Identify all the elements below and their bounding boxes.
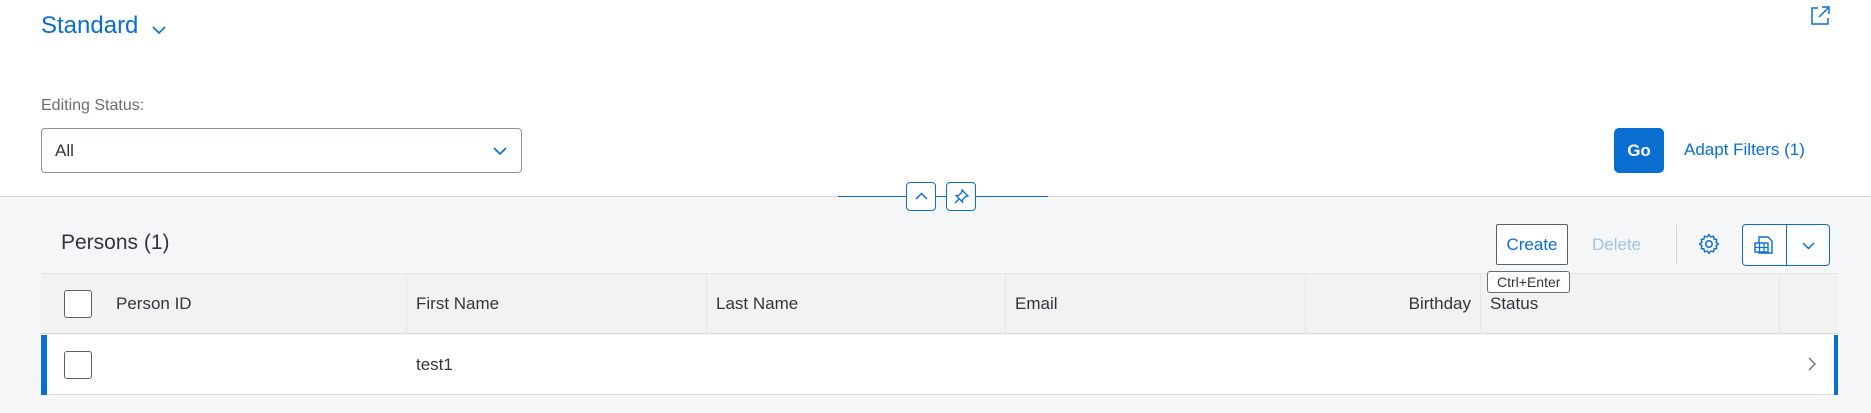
variant-title[interactable]: Standard — [41, 12, 138, 40]
cell-birthday — [1315, 335, 1471, 395]
adapt-filters-button[interactable]: Adapt Filters (1) — [1684, 140, 1805, 160]
delete-button[interactable]: Delete — [1592, 235, 1641, 255]
header-collapse-line — [838, 196, 1048, 197]
chevron-down-icon[interactable] — [150, 21, 168, 39]
chevron-down-icon[interactable] — [491, 142, 509, 160]
column-separator — [1005, 274, 1006, 334]
column-header-birthday[interactable]: Birthday — [1315, 274, 1471, 334]
filter-bar-header: Standard Editing Status: All Go Adapt Fi… — [0, 0, 1871, 197]
chevron-up-icon — [915, 192, 928, 200]
chevron-down-icon[interactable] — [1800, 237, 1817, 254]
cell-first-name: test1 — [416, 355, 453, 374]
column-header-email[interactable]: Email — [1015, 274, 1058, 334]
column-separator — [1305, 274, 1306, 334]
column-header-last-name[interactable]: Last Name — [716, 274, 798, 334]
export-spreadsheet-icon[interactable] — [1753, 234, 1777, 256]
go-button[interactable]: Go — [1614, 128, 1664, 173]
row-select-checkbox[interactable] — [64, 351, 92, 379]
row-navigated-indicator-right — [1834, 335, 1838, 395]
column-separator — [706, 274, 707, 334]
collapse-header-button[interactable] — [906, 182, 936, 211]
gear-icon[interactable] — [1697, 232, 1721, 256]
row-navigated-indicator — [41, 335, 47, 395]
share-icon[interactable] — [1808, 4, 1832, 28]
toolbar-separator — [1676, 225, 1677, 265]
column-separator — [406, 274, 407, 334]
export-split-button[interactable] — [1742, 224, 1830, 266]
table-title: Persons (1) — [61, 231, 170, 254]
editing-status-value: All — [55, 141, 74, 160]
select-all-checkbox[interactable] — [64, 290, 92, 318]
column-separator — [1480, 274, 1481, 334]
column-header-person-id[interactable]: Person ID — [116, 274, 192, 334]
create-button[interactable]: Create — [1496, 224, 1568, 265]
pin-header-button[interactable] — [946, 182, 976, 211]
column-header-first-name[interactable]: First Name — [416, 274, 499, 334]
pin-icon — [954, 188, 970, 204]
variant-selector[interactable]: Standard — [41, 12, 168, 40]
editing-status-select[interactable]: All — [41, 128, 522, 173]
create-shortcut-tooltip: Ctrl+Enter — [1487, 271, 1571, 293]
editing-status-label: Editing Status: — [41, 97, 145, 114]
column-separator — [1779, 274, 1780, 334]
table-row[interactable]: test1 — [41, 335, 1838, 395]
split-button-divider — [1786, 225, 1787, 265]
chevron-right-icon[interactable] — [1804, 356, 1820, 372]
